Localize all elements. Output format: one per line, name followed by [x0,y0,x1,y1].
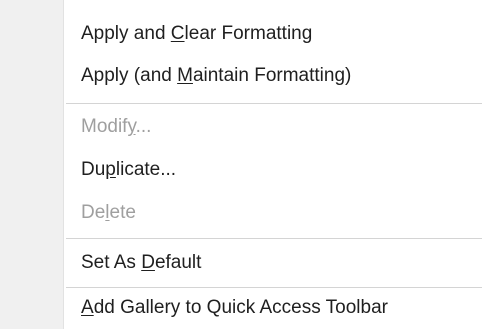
menu-item-access-key: p [105,159,116,180]
menu-item-label-suffix: aintain Formatting) [192,65,352,86]
context-menu: Apply and Clear Formatting Apply (and Ma… [0,0,482,329]
menu-item-access-key: y [127,116,136,137]
menu-item-label-prefix: De [81,202,106,223]
menu-item-access-key: M [177,65,193,86]
menu-item-access-key: D [141,252,155,273]
menu-icon-gutter [0,0,64,329]
menu-item-apply-and-maintain-formatting[interactable]: Apply (and Maintain Formatting) [81,64,351,88]
menu-item-label-prefix: Du [81,159,106,180]
menu-item-duplicate[interactable]: Duplicate... [81,158,176,182]
menu-item-label-suffix: ete [109,202,136,223]
menu-separator [66,238,482,239]
menu-item-access-key: C [170,23,185,44]
menu-item-label-prefix: Apply (and [81,65,178,86]
menu-item-label-prefix: Set As [81,252,142,273]
menu-item-label-suffix: licate... [115,159,177,180]
menu-item-label-suffix: dd Gallery to Quick Access Toolbar [93,297,388,318]
menu-separator [66,287,482,288]
menu-item-add-gallery-to-quick-access-toolbar[interactable]: Add Gallery to Quick Access Toolbar [81,296,388,320]
menu-item-label-suffix: efault [154,252,202,273]
menu-item-label-suffix: lear Formatting [184,23,313,44]
menu-item-delete[interactable]: Delete [81,201,136,225]
menu-item-access-key: A [81,297,94,318]
menu-item-modify[interactable]: Modify... [81,115,151,139]
menu-item-label-prefix: Modif [81,116,128,137]
menu-separator [66,103,482,104]
menu-item-label-suffix: ... [135,116,152,137]
menu-item-apply-and-clear-formatting[interactable]: Apply and Clear Formatting [81,22,312,46]
menu-item-label-prefix: Apply and [81,23,171,44]
menu-item-set-as-default[interactable]: Set As Default [81,251,201,275]
